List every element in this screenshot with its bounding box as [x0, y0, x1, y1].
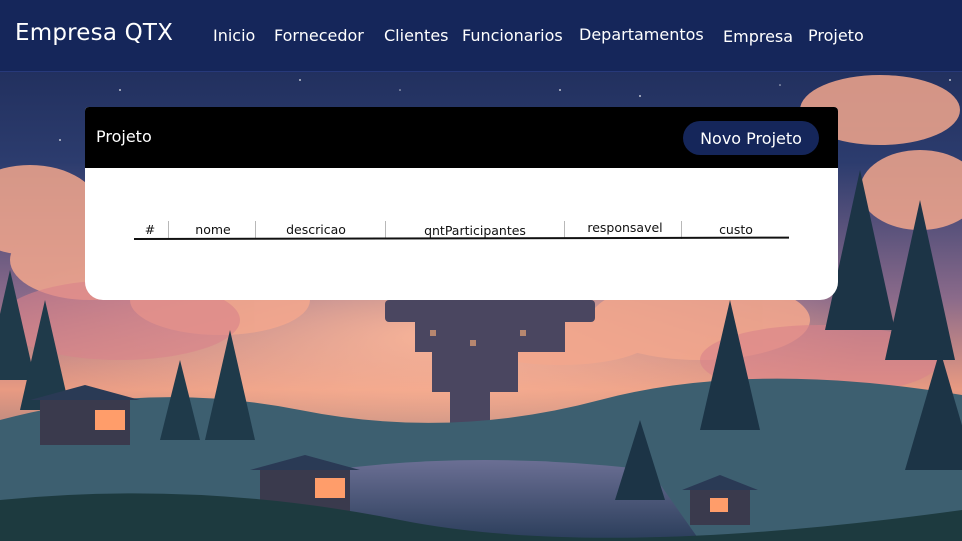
- brand-link[interactable]: Empresa QTX: [15, 20, 173, 46]
- nav-link-projeto[interactable]: Projeto: [808, 26, 864, 45]
- nav-link-inicio[interactable]: Inicio: [213, 26, 255, 45]
- card-header: Projeto Novo Projeto: [85, 107, 838, 168]
- nav-link-departamentos[interactable]: Departamentos: [579, 25, 704, 44]
- new-project-button[interactable]: Novo Projeto: [683, 121, 819, 155]
- nav-link-empresa[interactable]: Empresa: [723, 27, 793, 46]
- column-header-responsavel: responsavel: [587, 220, 663, 235]
- nav-link-funcionarios[interactable]: Funcionarios: [462, 26, 563, 45]
- nav-link-clientes[interactable]: Clientes: [384, 26, 449, 45]
- top-navbar: Empresa QTX Inicio Fornecedor Clientes F…: [0, 0, 962, 72]
- column-divider: [255, 221, 256, 239]
- projects-card: Projeto Novo Projeto # nome descricao qn…: [85, 107, 838, 300]
- nav-link-fornecedor[interactable]: Fornecedor: [274, 26, 364, 45]
- column-divider: [385, 221, 386, 239]
- column-divider: [168, 221, 169, 239]
- card-title: Projeto: [96, 127, 152, 146]
